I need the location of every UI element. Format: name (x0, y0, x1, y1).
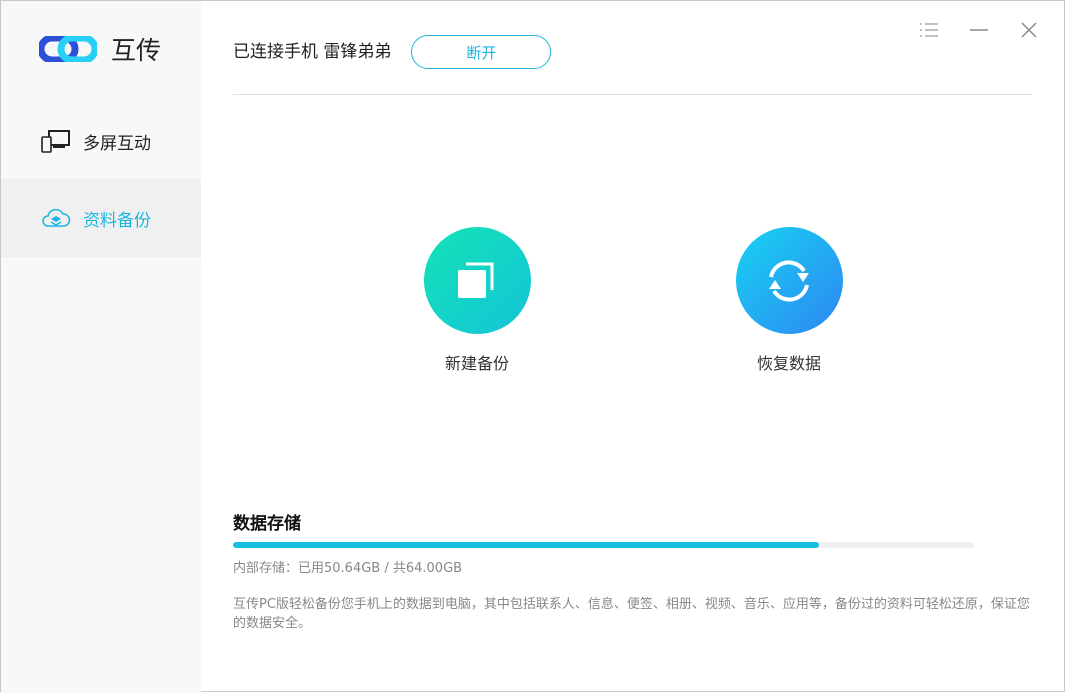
storage-progress-bar (233, 542, 974, 548)
storage-title: 数据存储 (233, 514, 301, 534)
sidebar-item-multiscreen[interactable]: 多屏互动 (1, 102, 201, 180)
sidebar-item-backup[interactable]: 资料备份 (1, 179, 201, 257)
disconnect-button[interactable]: 断开 (411, 35, 552, 69)
storage-progress-fill (233, 542, 820, 548)
restore-data-button[interactable]: 恢复数据 (719, 227, 859, 374)
refresh-icon (769, 260, 809, 301)
link-logo-icon (39, 36, 97, 62)
copy-icon (458, 262, 494, 298)
sidebar: 互传 多屏互动 资料备份 (1, 1, 201, 693)
connection-status: 已连接手机 雷锋弟弟 (233, 42, 392, 62)
restore-data-label: 恢复数据 (756, 354, 821, 373)
backup-description: 互传PC版轻松备份您手机上的数据到电脑，其中包括联系人、信息、便签、相册、视频、… (233, 597, 1030, 631)
cloud-layers-icon (42, 208, 71, 227)
connection-header: 已连接手机 雷锋弟弟 断开 (233, 35, 1032, 95)
app-name: 互传 (111, 36, 162, 65)
app-logo: 互传 (39, 31, 161, 67)
sidebar-item-label: 多屏互动 (83, 133, 151, 154)
sidebar-item-label: 资料备份 (83, 210, 151, 231)
new-backup-button[interactable]: 新建备份 (407, 227, 547, 374)
new-backup-label: 新建备份 (444, 354, 509, 373)
devices-icon (41, 130, 70, 153)
storage-info: 内部存储：已用50.64GB / 共64.00GB (233, 561, 463, 576)
